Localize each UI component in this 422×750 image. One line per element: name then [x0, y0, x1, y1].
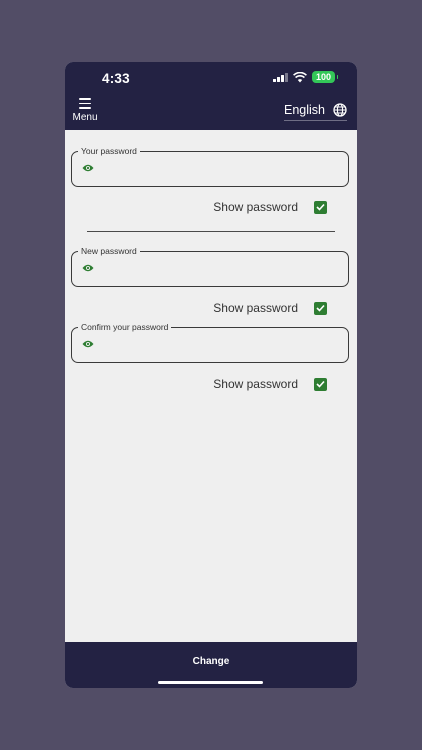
eye-icon[interactable] [82, 264, 94, 272]
show-password-label: Show password [213, 301, 298, 315]
eye-icon[interactable] [82, 340, 94, 348]
show-current-password-checkbox[interactable] [314, 200, 327, 214]
home-indicator [158, 681, 263, 684]
eye-icon[interactable] [82, 164, 94, 172]
globe-icon [333, 103, 347, 117]
show-current-password-row[interactable]: Show password [213, 200, 327, 214]
menu-label: Menu [72, 111, 98, 123]
signal-icon [273, 72, 288, 82]
check-icon [316, 203, 325, 211]
change-button[interactable]: Change [65, 656, 357, 667]
confirm-password-label: Confirm your password [78, 321, 172, 333]
wifi-icon [293, 71, 307, 82]
confirm-password-field[interactable]: Confirm your password [71, 321, 349, 363]
new-password-label: New password [78, 245, 140, 257]
password-form: Your password Show password New password… [65, 130, 357, 642]
language-selector[interactable]: English [284, 103, 347, 121]
status-icons: 100 [273, 71, 339, 83]
section-divider [87, 231, 335, 232]
check-icon [316, 304, 325, 312]
status-time: 4:33 [102, 71, 130, 86]
battery-indicator: 100 [311, 71, 339, 83]
show-confirm-password-row[interactable]: Show password [213, 377, 327, 391]
show-new-password-row[interactable]: Show password [213, 301, 327, 315]
app-header: 4:33 100 Menu English [65, 62, 357, 130]
hamburger-icon [79, 98, 91, 109]
phone-screen: 4:33 100 Menu English Your password Show… [65, 62, 357, 688]
show-new-password-checkbox[interactable] [314, 301, 327, 315]
show-confirm-password-checkbox[interactable] [314, 377, 327, 391]
current-password-label: Your password [78, 145, 140, 157]
show-password-label: Show password [213, 377, 298, 391]
check-icon [316, 380, 325, 388]
menu-button[interactable]: Menu [70, 98, 100, 123]
show-password-label: Show password [213, 200, 298, 214]
bottom-bar: Change [65, 642, 357, 688]
language-label: English [284, 103, 325, 117]
new-password-field[interactable]: New password [71, 245, 349, 287]
current-password-field[interactable]: Your password [71, 145, 349, 187]
